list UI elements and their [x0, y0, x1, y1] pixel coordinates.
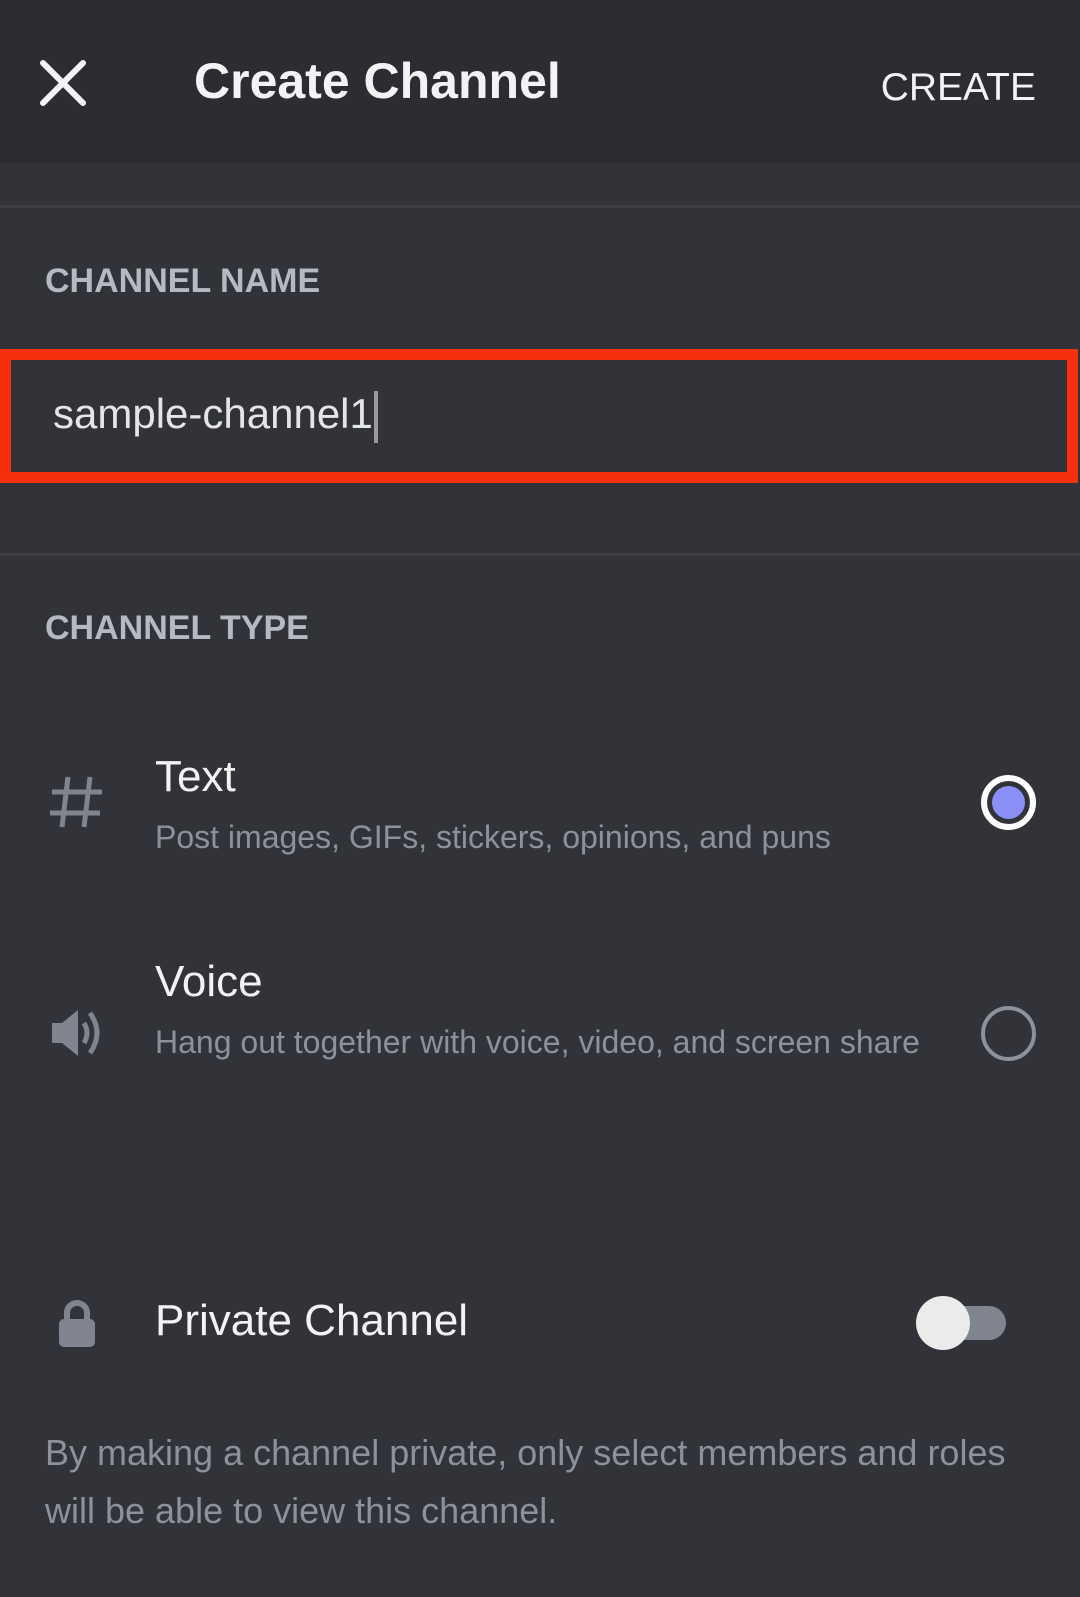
- page-title: Create Channel: [194, 53, 561, 109]
- radio-text-selected[interactable]: [981, 775, 1036, 830]
- hash-icon: [50, 776, 102, 828]
- channel-name-label: CHANNEL NAME: [45, 262, 321, 300]
- radio-voice[interactable]: [981, 1006, 1036, 1061]
- lock-icon: [59, 1300, 95, 1347]
- private-channel-label: Private Channel: [155, 1296, 469, 1345]
- channel-name-value: sample-channel1: [53, 390, 373, 437]
- channel-name-input[interactable]: sample-channel1: [53, 390, 953, 443]
- text-caret: [373, 390, 378, 443]
- channel-name-field[interactable]: sample-channel1: [0, 349, 1078, 483]
- divider: [0, 205, 1080, 208]
- speaker-icon: [52, 1010, 100, 1056]
- divider: [0, 553, 1080, 556]
- option-voice-title: Voice: [155, 957, 263, 1006]
- create-button[interactable]: CREATE: [881, 66, 1036, 110]
- option-text-title: Text: [155, 752, 236, 801]
- close-icon[interactable]: [38, 58, 88, 108]
- option-text-description: Post images, GIFs, stickers, opinions, a…: [155, 819, 831, 855]
- channel-type-label: CHANNEL TYPE: [45, 609, 309, 647]
- option-voice-description: Hang out together with voice, video, and…: [155, 1024, 920, 1060]
- toggle-knob: [916, 1296, 970, 1350]
- private-channel-toggle[interactable]: [916, 1296, 1006, 1350]
- private-channel-description: By making a channel private, only select…: [45, 1432, 1006, 1531]
